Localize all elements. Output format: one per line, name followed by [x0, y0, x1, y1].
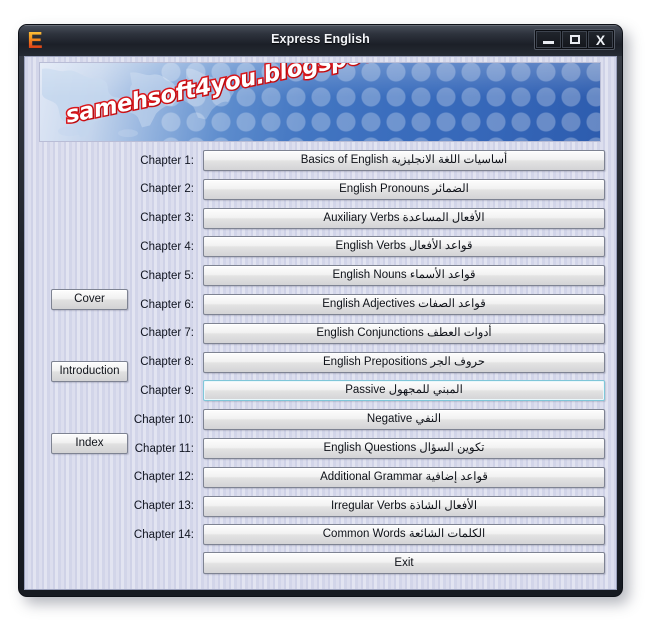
title-bar[interactable]: E Express English X: [19, 25, 622, 56]
chapter-button-7[interactable]: أدوات العطف English Conjunctions: [203, 322, 605, 344]
chapter-label: Chapter 13:: [133, 500, 194, 513]
close-button[interactable]: X: [588, 31, 613, 48]
chapter-label: Chapter 10:: [133, 413, 194, 426]
chapter-label: Chapter 1:: [140, 154, 194, 167]
chapter-label: Chapter 12:: [133, 471, 194, 484]
chapter-row: Chapter 6: قواعد الصفات English Adjective…: [85, 293, 605, 316]
chapter-label: Chapter 6:: [140, 298, 194, 311]
application-window: E Express English X Cover Introduction I…: [18, 24, 623, 597]
chapter-row: Chapter 14: الكلمات الشائعة Common Words: [85, 523, 605, 546]
minimize-icon: [543, 40, 554, 44]
chapter-row: Chapter 9: المبني للمجهول Passive: [85, 379, 605, 402]
chapter-row: Chapter 11: تكوين السؤال English Question…: [85, 437, 605, 460]
chapter-button-1[interactable]: أساسيات اللغة الانجليزية Basics of Engli…: [203, 150, 605, 171]
chapter-row: Chapter 8: حروف الجر English Prepositions: [85, 351, 605, 374]
chapter-button-6[interactable]: قواعد الصفات English Adjectives: [203, 294, 605, 315]
chapter-button-9[interactable]: المبني للمجهول Passive: [203, 380, 605, 402]
close-icon: X: [595, 31, 606, 48]
maximize-icon: [569, 35, 580, 44]
chapter-button-14[interactable]: الكلمات الشائعة Common Words: [203, 524, 605, 546]
maximize-button[interactable]: [562, 31, 587, 48]
minimize-button[interactable]: [536, 31, 561, 48]
chapter-row: Chapter 2: الضمائر English Pronouns: [85, 178, 605, 201]
chapter-label: Chapter 14:: [133, 528, 194, 541]
chapter-button-10[interactable]: النفي Negative: [203, 409, 605, 431]
chapter-row: Chapter 7: أدوات العطف English Conjunctio…: [85, 322, 605, 345]
chapter-label: Chapter 4:: [140, 240, 194, 253]
chapter-button-13[interactable]: الأفعال الشاذة Irregular Verbs: [203, 495, 605, 517]
chapter-button-12[interactable]: قواعد إضافية Additional Grammar: [203, 466, 605, 488]
chapter-label: Chapter 8:: [140, 356, 194, 369]
banner-sheen: [40, 63, 600, 97]
window-controls: X: [534, 29, 615, 50]
chapter-row: Chapter 4: قواعد الأفعال English Verbs: [85, 235, 605, 258]
chapter-button-8[interactable]: حروف الجر English Prepositions: [203, 351, 605, 373]
chapter-row: Chapter 12: قواعد إضافية Additional Gramm…: [85, 466, 605, 489]
chapter-button-2[interactable]: الضمائر English Pronouns: [203, 178, 605, 200]
chapter-label: Chapter 11:: [134, 442, 194, 455]
chapter-row: Chapter 13: الأفعال الشاذة Irregular Verb…: [85, 495, 605, 518]
chapter-label: Chapter 7:: [140, 327, 194, 340]
chapter-label: Chapter 9:: [140, 384, 194, 397]
desktop-background: E Express English X Cover Introduction I…: [0, 0, 647, 621]
chapter-row: Chapter 10: النفي Negative: [85, 408, 605, 431]
chapter-button-4[interactable]: قواعد الأفعال English Verbs: [203, 236, 605, 258]
chapter-label: Chapter 5:: [140, 269, 194, 282]
chapter-row: Chapter 5: قواعد الأسماء English Nouns: [85, 264, 605, 287]
chapter-button-11[interactable]: تكوين السؤال English Questions: [203, 438, 605, 459]
chapter-button-3[interactable]: الأفعال المساعدة Auxiliary Verbs: [203, 207, 605, 229]
chapter-button-5[interactable]: قواعد الأسماء English Nouns: [203, 265, 605, 287]
chapter-label: Chapter 2:: [140, 183, 194, 196]
chapter-label: Chapter 3:: [140, 212, 194, 225]
chapter-row: Chapter 3: الأفعال المساعدة Auxiliary Ver…: [85, 207, 605, 230]
header-banner: samehsoft4you.blogspot.com: [39, 62, 601, 142]
window-title: Express English: [271, 32, 370, 46]
chapter-row: Chapter 1: أساسيات اللغة الانجليزية Basic…: [85, 149, 605, 172]
exit-button[interactable]: Exit: [203, 552, 605, 574]
client-area: samehsoft4you.blogspot.com Cover Introdu…: [24, 56, 617, 590]
